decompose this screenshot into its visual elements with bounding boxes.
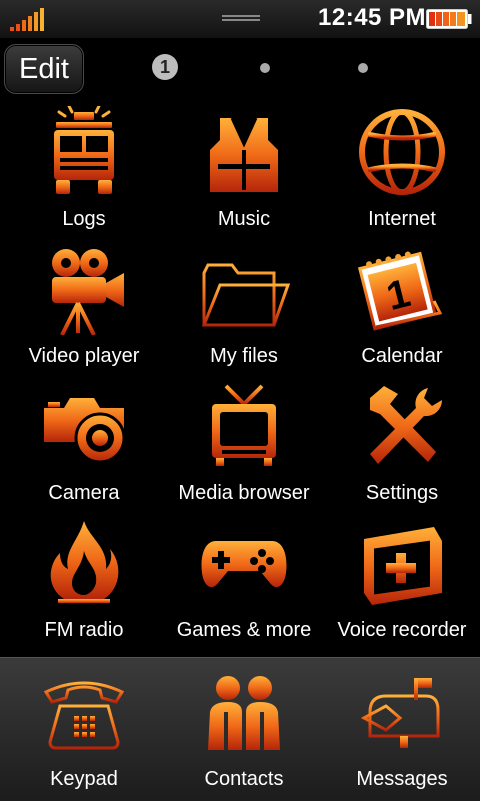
app-settings[interactable]: Settings bbox=[322, 374, 480, 511]
signal-strength-icon bbox=[10, 8, 44, 31]
camera-icon bbox=[44, 398, 126, 464]
fire-truck-icon bbox=[54, 106, 114, 194]
app-label: Internet bbox=[368, 208, 436, 230]
app-internet[interactable]: Internet bbox=[322, 100, 480, 237]
page-indicator-current[interactable]: 1 bbox=[152, 54, 178, 80]
life-vest-icon bbox=[210, 117, 278, 192]
app-video-player[interactable]: Video player bbox=[4, 237, 164, 374]
app-label: Settings bbox=[365, 482, 439, 504]
people-icon bbox=[208, 676, 280, 750]
tools-icon bbox=[370, 386, 443, 464]
app-label: Calendar bbox=[361, 345, 443, 367]
dock-keypad[interactable]: Keypad bbox=[4, 658, 164, 801]
app-label: Media browser bbox=[178, 482, 310, 504]
page-indicator-dot[interactable] bbox=[260, 63, 270, 73]
dock-contacts[interactable]: Contacts bbox=[164, 658, 324, 801]
tv-icon bbox=[212, 384, 276, 466]
app-label: Camera bbox=[48, 482, 120, 504]
app-fm-radio[interactable]: FM radio bbox=[4, 511, 164, 648]
calendar-icon: 1 bbox=[357, 251, 443, 331]
app-label: Music bbox=[217, 208, 271, 230]
mailbox-icon bbox=[360, 678, 440, 748]
first-aid-kit-icon bbox=[364, 527, 442, 605]
dock-messages[interactable]: Messages bbox=[322, 658, 480, 801]
globe-icon bbox=[359, 109, 445, 195]
app-label: Games & more bbox=[176, 619, 312, 641]
folder-icon bbox=[201, 263, 290, 327]
edit-button[interactable]: Edit bbox=[4, 44, 84, 94]
dock-label: Messages bbox=[356, 768, 448, 790]
flame-icon bbox=[50, 521, 119, 603]
app-voice-recorder[interactable]: Voice recorder bbox=[322, 511, 480, 648]
status-time: 12:45 PM bbox=[318, 4, 427, 31]
telephone-icon bbox=[43, 681, 125, 750]
dock: Keypad Contacts Messages bbox=[0, 657, 480, 801]
app-label: Video player bbox=[28, 345, 140, 367]
app-music[interactable]: Music bbox=[164, 100, 324, 237]
app-label: Logs bbox=[62, 208, 106, 230]
app-label: Voice recorder bbox=[337, 619, 467, 641]
gamepad-icon bbox=[201, 541, 287, 588]
app-my-files[interactable]: My files bbox=[164, 237, 324, 374]
dock-label: Keypad bbox=[50, 768, 118, 790]
app-label: My files bbox=[210, 345, 278, 367]
dock-label: Contacts bbox=[204, 768, 284, 790]
status-bar: 12:45 PM bbox=[0, 0, 480, 38]
notification-drag-handle-icon[interactable] bbox=[222, 13, 260, 25]
app-label: FM radio bbox=[44, 619, 124, 641]
battery-icon bbox=[426, 9, 472, 29]
app-calendar[interactable]: 1 Calendar bbox=[322, 237, 480, 374]
film-camera-icon bbox=[52, 249, 124, 335]
app-camera[interactable]: Camera bbox=[4, 374, 164, 511]
app-games-more[interactable]: Games & more bbox=[164, 511, 324, 648]
app-logs[interactable]: Logs bbox=[4, 100, 164, 237]
app-media-browser[interactable]: Media browser bbox=[164, 374, 324, 511]
page-indicator-dot[interactable] bbox=[358, 63, 368, 73]
